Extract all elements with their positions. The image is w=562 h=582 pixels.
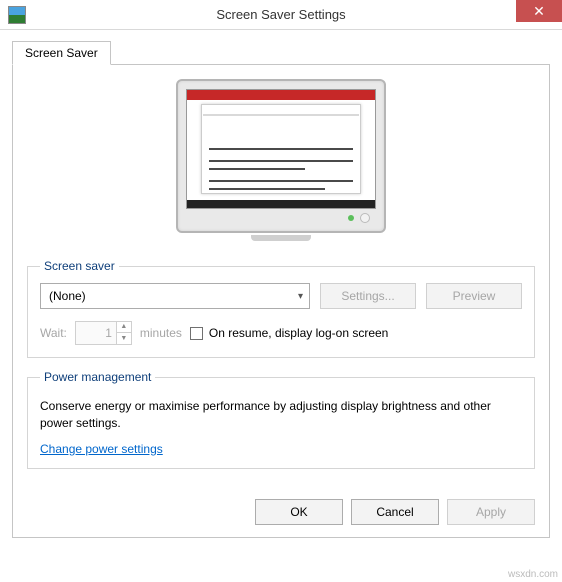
power-legend: Power management xyxy=(40,370,155,384)
settings-button[interactable]: Settings... xyxy=(320,283,416,309)
close-button[interactable]: ✕ xyxy=(516,0,562,22)
preview-monitor-wrap xyxy=(27,79,535,241)
screensaver-select-value: (None) xyxy=(49,289,86,303)
power-text: Conserve energy or maximise performance … xyxy=(40,398,522,432)
tabstrip: Screen Saver xyxy=(12,41,550,65)
resume-checkbox[interactable]: On resume, display log-on screen xyxy=(190,326,388,340)
preview-button[interactable]: Preview xyxy=(426,283,522,309)
window-title: Screen Saver Settings xyxy=(0,7,562,22)
wait-spinner[interactable]: ▲ ▼ xyxy=(75,321,132,345)
tab-page: Screen saver (None) ▾ Settings... Previe… xyxy=(12,64,550,538)
watermark: wsxdn.com xyxy=(508,569,558,580)
tab-screensaver[interactable]: Screen Saver xyxy=(12,41,111,65)
minutes-label: minutes xyxy=(140,326,182,340)
resume-checkbox-label: On resume, display log-on screen xyxy=(209,326,388,340)
close-icon: ✕ xyxy=(533,3,545,20)
chevron-down-icon: ▾ xyxy=(298,291,303,302)
screensaver-legend: Screen saver xyxy=(40,259,119,273)
screensaver-group: Screen saver (None) ▾ Settings... Previe… xyxy=(27,259,535,358)
power-group: Power management Conserve energy or maxi… xyxy=(27,370,535,469)
screensaver-select[interactable]: (None) ▾ xyxy=(40,283,310,309)
checkbox-box-icon xyxy=(190,327,203,340)
spinner-up-icon[interactable]: ▲ xyxy=(117,322,131,333)
dialog-body: Screen Saver xyxy=(0,30,562,538)
app-icon xyxy=(8,6,26,24)
cancel-button[interactable]: Cancel xyxy=(351,499,439,525)
dialog-footer: OK Cancel Apply xyxy=(255,499,535,525)
change-power-settings-link[interactable]: Change power settings xyxy=(40,442,163,456)
apply-button[interactable]: Apply xyxy=(447,499,535,525)
spinner-down-icon[interactable]: ▼ xyxy=(117,333,131,344)
preview-monitor xyxy=(176,79,386,241)
ok-button[interactable]: OK xyxy=(255,499,343,525)
titlebar: Screen Saver Settings ✕ xyxy=(0,0,562,30)
wait-label: Wait: xyxy=(40,326,67,340)
wait-input[interactable] xyxy=(76,322,116,344)
